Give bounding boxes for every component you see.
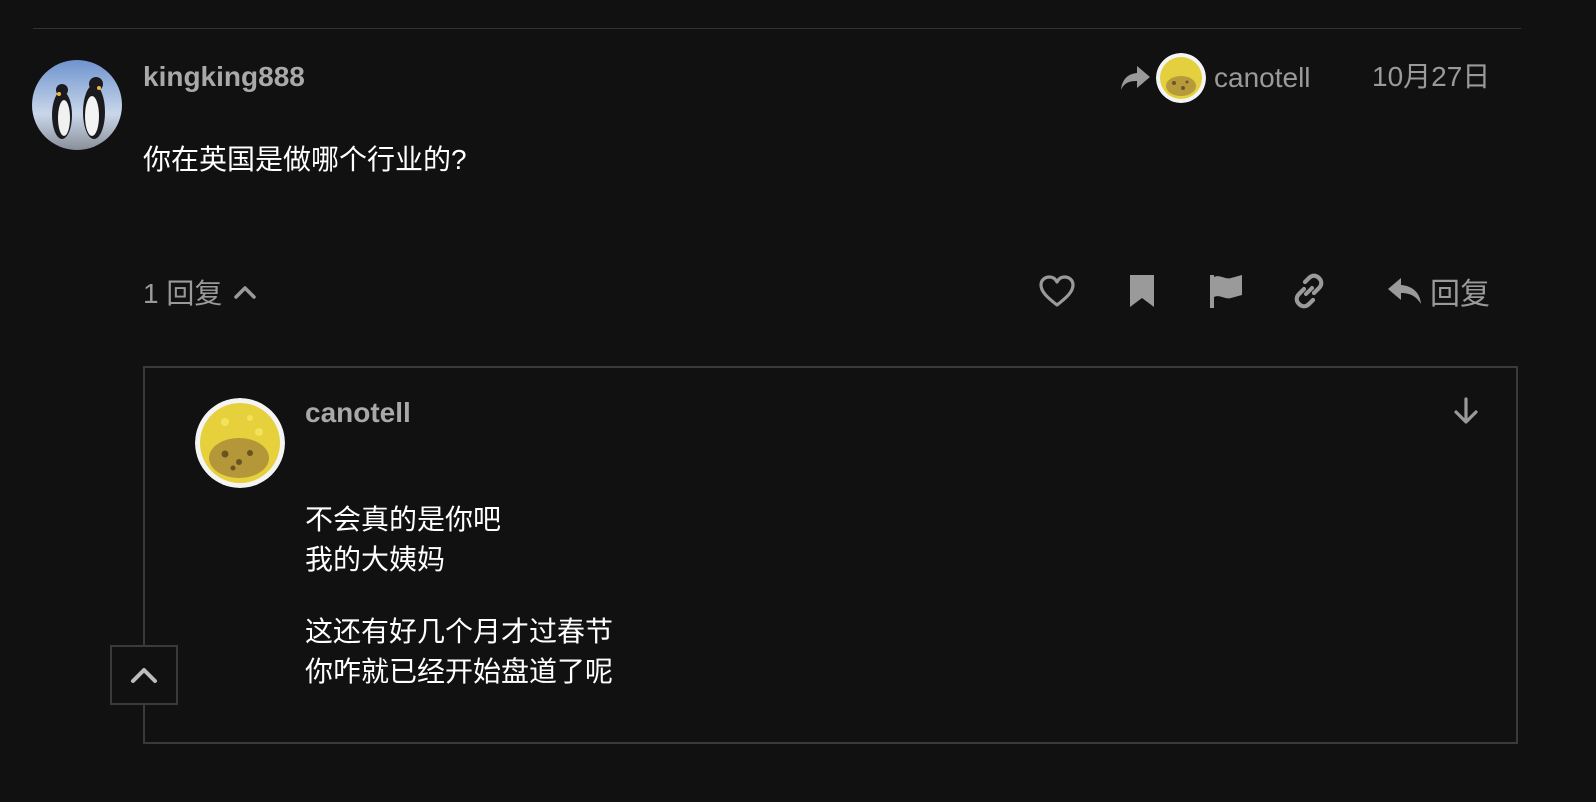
bookmark-button[interactable]	[1120, 266, 1164, 316]
reply-button[interactable]: 回复	[1386, 266, 1510, 316]
reply-line: 我的大姨妈	[305, 544, 446, 575]
reply-username[interactable]: canotell	[305, 396, 411, 430]
flag-icon	[1210, 275, 1242, 308]
copy-link-button[interactable]	[1287, 266, 1331, 316]
replies-count: 1 回复	[143, 278, 223, 309]
reply-paragraph: 不会真的是你吧 我的大姨妈	[305, 500, 613, 580]
reply-avatar[interactable]	[195, 398, 285, 488]
post-body: 你在英国是做哪个行业的?	[143, 144, 467, 175]
heart-icon	[1039, 275, 1075, 307]
scroll-to-top-button[interactable]	[110, 645, 178, 705]
share-arrow-icon	[1121, 66, 1150, 90]
reply-to-username: canotell	[1214, 62, 1311, 93]
flag-button[interactable]	[1204, 266, 1248, 316]
reply-line: 你咋就已经开始盘道了呢	[305, 656, 614, 687]
chevron-up-icon	[234, 286, 257, 299]
bookmark-icon	[1130, 275, 1154, 307]
chevron-up-icon	[131, 668, 157, 683]
top-divider	[33, 28, 1521, 29]
poster-avatar[interactable]	[32, 60, 122, 150]
post-date[interactable]: 10月27日	[1372, 60, 1490, 94]
link-icon	[1294, 273, 1324, 309]
reply-to-indicator[interactable]: canotell	[1118, 52, 1311, 104]
arrow-down-icon[interactable]	[1451, 396, 1481, 426]
reply-button-label: 回复	[1430, 278, 1490, 311]
reply-line: 不会真的是你吧	[305, 504, 502, 535]
replies-toggle-button[interactable]: 1 回复	[143, 272, 258, 312]
reply-paragraph: 这还有好几个月才过春节 你咋就已经开始盘道了呢	[305, 612, 613, 692]
poster-username[interactable]: kingking888	[143, 60, 305, 94]
reply-arrow-icon	[1388, 278, 1421, 304]
reply-line: 这还有好几个月才过春节	[305, 616, 614, 647]
reply-to-avatar	[1156, 53, 1206, 103]
embedded-reply: canotell 不会真的是你吧 我的大姨妈 这还有好几个月才过春节 你咋就已经…	[143, 366, 1518, 744]
reply-body: 不会真的是你吧 我的大姨妈 这还有好几个月才过春节 你咋就已经开始盘道了呢	[305, 500, 613, 724]
post-actions: 回复	[1030, 266, 1510, 316]
like-button[interactable]	[1035, 266, 1079, 316]
